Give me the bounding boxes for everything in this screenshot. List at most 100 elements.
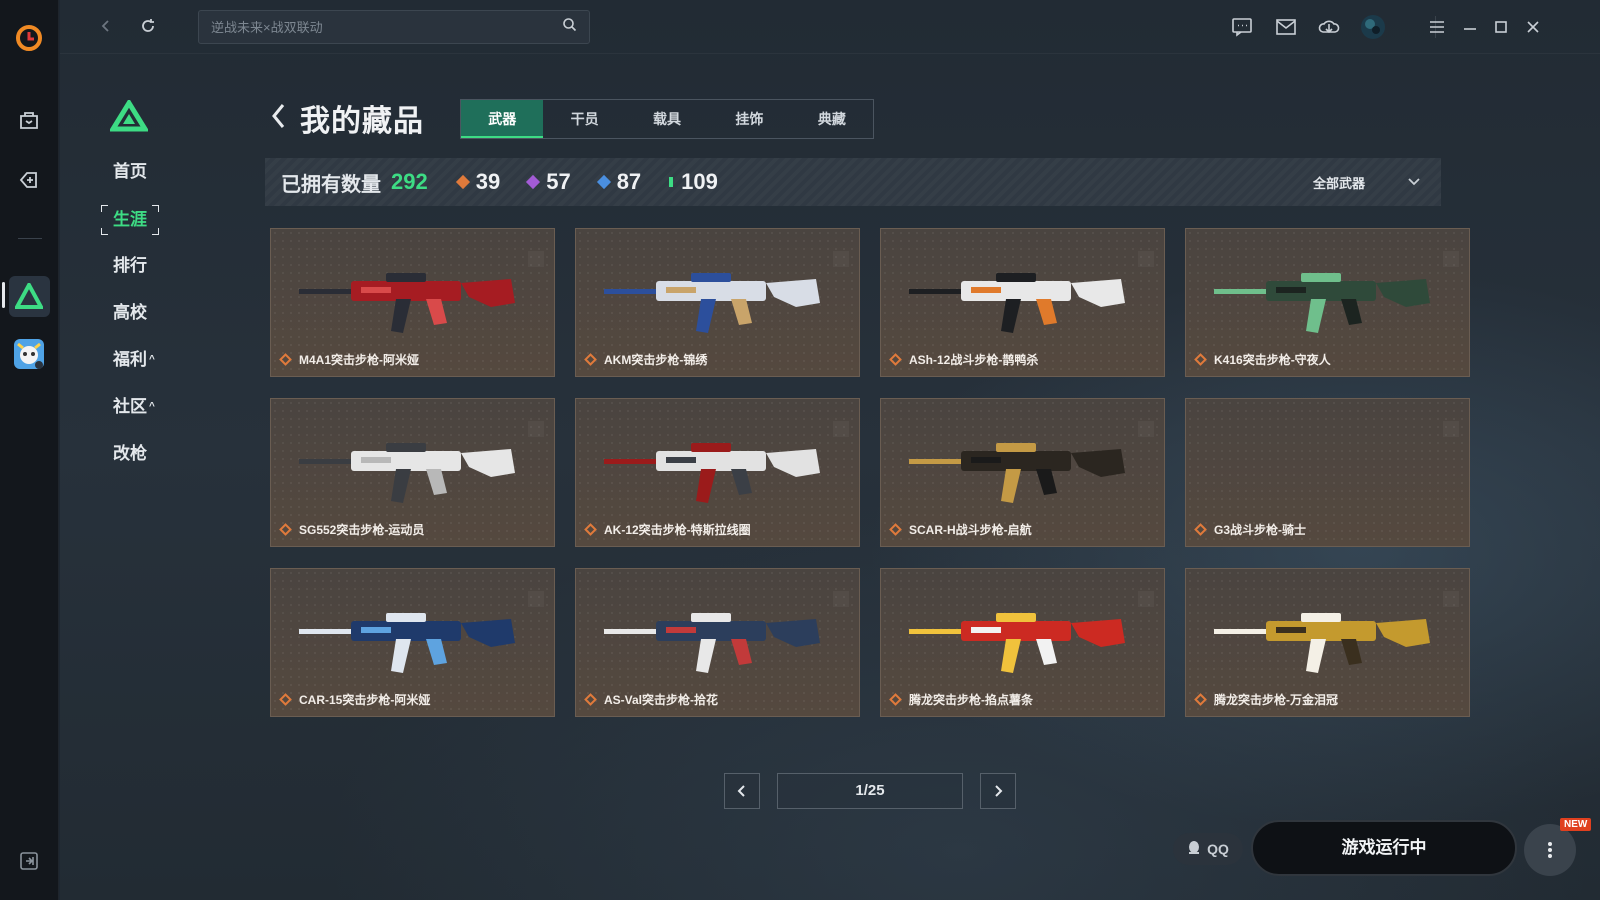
app-logo-icon[interactable]: [9, 18, 49, 58]
store-bag-icon[interactable]: [9, 100, 49, 140]
weapon-image: [291, 421, 536, 511]
page-indicator: 1/25: [777, 773, 963, 809]
tab-collection[interactable]: 典藏: [791, 100, 873, 138]
minimize-icon[interactable]: [1457, 14, 1483, 40]
nav-ranking-label: 排行: [113, 256, 147, 275]
download-icon[interactable]: [1316, 14, 1342, 40]
rarity-diamond-icon: [1194, 353, 1207, 366]
card-pattern: [1443, 421, 1459, 437]
search-bar[interactable]: [198, 10, 590, 44]
weapon-card[interactable]: AK-12突击步枪-特斯拉线圈: [575, 398, 860, 547]
game-tag-icon[interactable]: [9, 160, 49, 200]
tier-purple-count: 57: [546, 169, 571, 194]
qq-button[interactable]: QQ: [1173, 833, 1243, 865]
maximize-icon[interactable]: [1488, 14, 1514, 40]
game-avatar-icon[interactable]: [9, 334, 49, 374]
rarity-diamond-icon: [889, 523, 902, 536]
weapon-name-row: AS-Val突击步枪-拾花: [584, 691, 718, 708]
weapon-name-row: AKM突击步枪-锦绣: [584, 351, 707, 368]
nav-home-label: 首页: [113, 162, 147, 181]
rarity-diamond-icon: [279, 523, 292, 536]
rarity-diamond-icon: [584, 353, 597, 366]
weapon-card[interactable]: ASh-12战斗步枪-鹊鸭杀: [880, 228, 1165, 377]
prev-page-button[interactable]: [724, 773, 760, 809]
weapon-image: [291, 591, 536, 681]
weapon-image: [1206, 591, 1451, 681]
page-header: 我的藏品: [270, 98, 424, 138]
nav-college[interactable]: 高校: [100, 299, 180, 346]
weapon-name: SCAR-H战斗步枪-启航: [909, 523, 1032, 537]
weapon-card[interactable]: AKM突击步枪-锦绣: [575, 228, 860, 377]
user-avatar[interactable]: [1360, 14, 1386, 40]
game-running-button[interactable]: 游戏运行中: [1251, 820, 1517, 876]
owned-stats-bar: 已拥有数量 292 39 57 87 109 全部武器: [265, 158, 1441, 206]
nav-home[interactable]: 首页: [100, 158, 180, 205]
rarity-diamond-icon: [279, 353, 292, 366]
tier-purple-stat: 57: [526, 169, 571, 195]
weapon-card[interactable]: CAR-15突击步枪-阿米娅: [270, 568, 555, 717]
close-icon[interactable]: [1520, 14, 1546, 40]
weapon-name: K416突击步枪-守夜人: [1214, 353, 1331, 367]
rarity-diamond-icon: [1194, 693, 1207, 706]
mail-icon[interactable]: [1273, 14, 1299, 40]
weapon-card[interactable]: SG552突击步枪-运动员: [270, 398, 555, 547]
weapon-card[interactable]: M4A1突击步枪-阿米娅: [270, 228, 555, 377]
tab-charms[interactable]: 挂饰: [708, 100, 790, 138]
nav-welfare-label: 福利: [113, 350, 147, 369]
search-icon[interactable]: [562, 17, 577, 37]
top-bar: [60, 0, 1600, 54]
qq-label: QQ: [1207, 841, 1229, 857]
weapon-name: 腾龙突击步枪-万金泪冠: [1214, 693, 1338, 707]
back-nav-icon[interactable]: [94, 14, 118, 38]
tier-orange-count: 39: [475, 169, 501, 194]
weapon-card[interactable]: AS-Val突击步枪-拾花: [575, 568, 860, 717]
tab-vehicles[interactable]: 载具: [626, 100, 708, 138]
rarity-diamond-icon: [279, 693, 292, 706]
rail-active-indicator: [2, 282, 5, 308]
weapon-filter-dropdown[interactable]: 全部武器: [1313, 158, 1421, 206]
nav-gunsmith[interactable]: 改枪: [100, 440, 180, 487]
rarity-diamond-icon: [584, 693, 597, 706]
nav-community[interactable]: 社区 ^: [100, 393, 180, 440]
weapon-card[interactable]: K416突击步枪-守夜人: [1185, 228, 1470, 377]
nav-gunsmith-label: 改枪: [113, 444, 147, 463]
chat-icon[interactable]: [1229, 14, 1255, 40]
nav-welfare[interactable]: 福利 ^: [100, 346, 180, 393]
weapon-card[interactable]: 腾龙突击步枪-万金泪冠: [1185, 568, 1470, 717]
weapon-image: [1206, 251, 1451, 341]
weapon-name-row: G3战斗步枪-骑士: [1194, 521, 1307, 538]
chevron-up-icon: ^: [149, 401, 155, 412]
nav-college-label: 高校: [113, 303, 147, 322]
new-badge: NEW: [1560, 818, 1592, 831]
search-input[interactable]: [211, 19, 562, 35]
next-page-button[interactable]: [980, 773, 1016, 809]
back-arrow-icon[interactable]: [270, 102, 288, 135]
weapon-card[interactable]: 腾龙突击步枪-掐点薯条: [880, 568, 1165, 717]
weapon-name-row: 腾龙突击步枪-万金泪冠: [1194, 691, 1338, 708]
refresh-icon[interactable]: [136, 14, 160, 38]
nav-career-label: 生涯: [101, 205, 159, 235]
weapon-name: 腾龙突击步枪-掐点薯条: [909, 693, 1033, 707]
more-options-button[interactable]: [1524, 824, 1576, 876]
weapon-card[interactable]: SCAR-H战斗步枪-启航: [880, 398, 1165, 547]
main-area: 首页 生涯 排行 高校 福利^ 社区^ 改枪 我的藏品 武器 干员 载具 挂饰 …: [60, 0, 1600, 900]
tab-weapons[interactable]: 武器: [461, 100, 544, 138]
weapon-image: [291, 251, 536, 341]
tab-operators[interactable]: 干员: [543, 100, 625, 138]
tier-orange-stat: 39: [455, 169, 501, 195]
nav-community-label: 社区: [113, 397, 147, 416]
weapon-name-row: CAR-15突击步枪-阿米娅: [279, 691, 430, 708]
weapon-name-row: 腾龙突击步枪-掐点薯条: [889, 691, 1033, 708]
weapon-card[interactable]: G3战斗步枪-骑士: [1185, 398, 1470, 547]
weapon-name-row: SCAR-H战斗步枪-启航: [889, 521, 1032, 538]
nav-ranking[interactable]: 排行: [100, 252, 180, 299]
purple-diamond-icon: [526, 174, 541, 190]
weapon-name: G3战斗步枪-骑士: [1214, 523, 1307, 537]
rarity-diamond-icon: [889, 353, 902, 366]
collapse-sidebar-icon[interactable]: [20, 852, 40, 872]
game-nizhan-icon[interactable]: [9, 276, 49, 316]
nav-career-text: 生涯: [113, 210, 147, 229]
menu-icon[interactable]: [1424, 14, 1450, 40]
blue-diamond-icon: [596, 174, 611, 190]
nav-career[interactable]: 生涯: [100, 205, 180, 252]
